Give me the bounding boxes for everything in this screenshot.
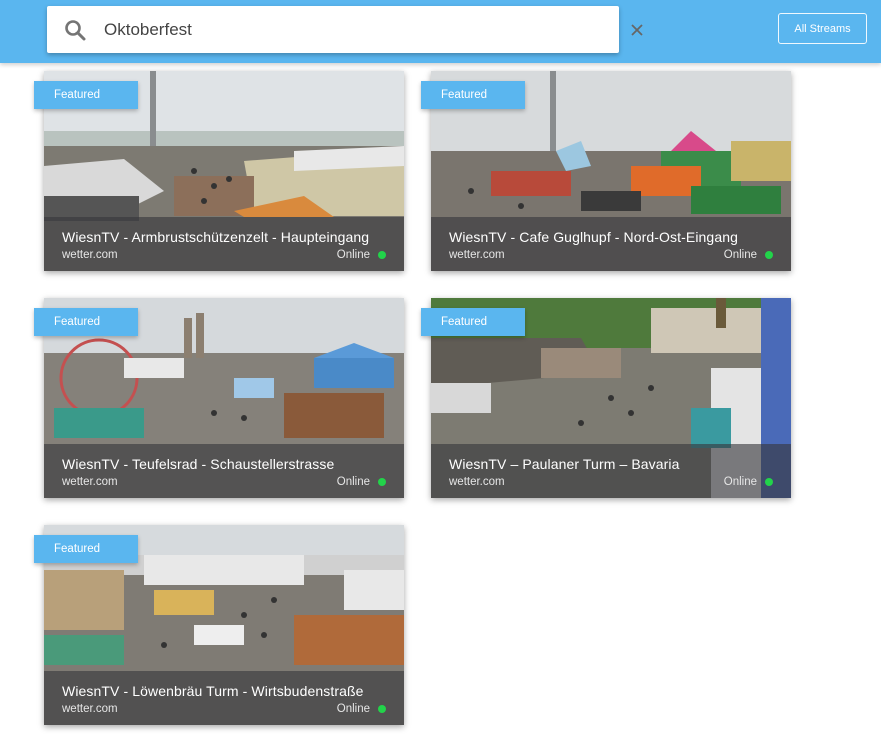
stream-source: wetter.com [62, 703, 118, 715]
featured-badge: Featured [34, 535, 138, 563]
online-dot-icon [378, 705, 386, 713]
stream-status: Online [724, 249, 773, 261]
status-label: Online [336, 476, 370, 488]
status-label: Online [336, 249, 370, 261]
online-dot-icon [765, 478, 773, 486]
featured-badge: Featured [34, 308, 138, 336]
stream-source: wetter.com [449, 249, 505, 261]
online-dot-icon [765, 251, 773, 259]
stream-source: wetter.com [449, 476, 505, 488]
stream-title: WiesnTV - Teufelsrad - Schaustellerstras… [62, 456, 335, 472]
featured-badge: Featured [421, 308, 525, 336]
status-label: Online [336, 703, 370, 715]
stream-title: WiesnTV - Cafe Guglhupf - Nord-Ost-Einga… [449, 229, 738, 245]
featured-badge: Featured [34, 81, 138, 109]
stream-source: wetter.com [62, 249, 118, 261]
online-dot-icon [378, 478, 386, 486]
stream-status: Online [724, 476, 773, 488]
all-streams-button[interactable]: All Streams [778, 13, 867, 44]
search-box [47, 6, 643, 53]
stream-title: WiesnTV - Löwenbräu Turm - Wirtsbudenstr… [62, 683, 364, 699]
stream-status: Online [337, 249, 386, 261]
stream-status: Online [337, 703, 386, 715]
stream-title: WiesnTV - Armbrustschützenzelt - Hauptei… [62, 229, 370, 245]
status-label: Online [723, 249, 757, 261]
search-input[interactable] [104, 15, 564, 44]
stream-title: WiesnTV – Paulaner Turm – Bavaria [449, 456, 680, 472]
stream-status: Online [337, 476, 386, 488]
search-icon[interactable] [63, 18, 87, 42]
status-label: Online [723, 476, 757, 488]
featured-badge: Featured [421, 81, 525, 109]
online-dot-icon [378, 251, 386, 259]
top-bar: All Streams [0, 0, 881, 63]
close-icon[interactable] [625, 18, 649, 42]
stream-source: wetter.com [62, 476, 118, 488]
